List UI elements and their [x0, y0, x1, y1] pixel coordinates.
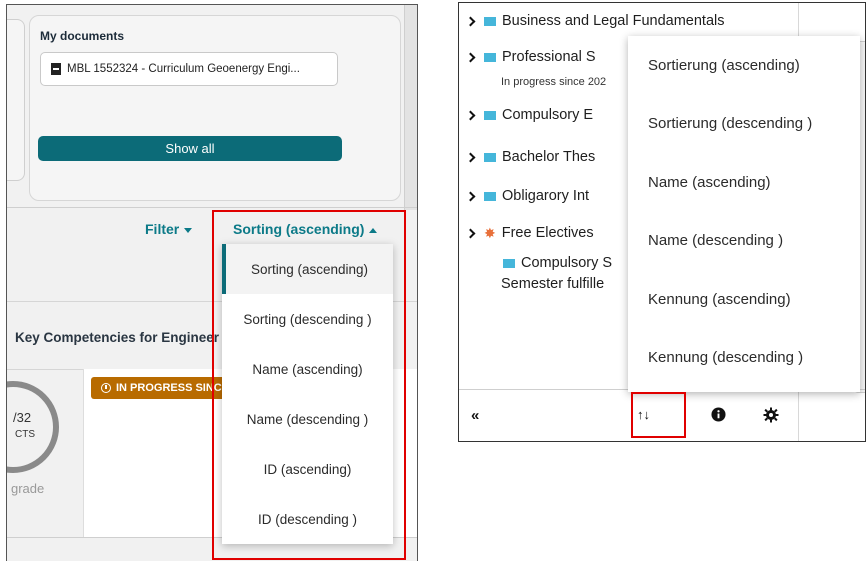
tree-item-label: Compulsory E — [502, 107, 594, 123]
scrollbar[interactable] — [404, 5, 417, 210]
highlight-box — [212, 210, 406, 560]
section-title: Key Competencies for Engineer — [15, 330, 220, 345]
tree-item[interactable]: ✸ Free Electives — [465, 225, 594, 241]
chevron-right-icon — [465, 152, 476, 162]
clock-icon — [101, 383, 111, 393]
tree-item-label: Professional S — [502, 49, 596, 65]
highlight-box — [631, 392, 686, 438]
flag-icon — [484, 191, 496, 201]
gear-icon[interactable] — [763, 407, 779, 427]
tree-item[interactable]: Professional S — [465, 49, 596, 65]
star-icon: ✸ — [484, 225, 496, 241]
filter-label: Filter — [145, 221, 180, 237]
status-badge-label: IN PROGRESS SINC — [116, 382, 222, 394]
info-icon[interactable] — [711, 407, 726, 426]
sort-dropdown-right: Sortierung (ascending) Sortierung (desce… — [628, 36, 860, 392]
tree-item-label: Obligarory Int — [502, 188, 590, 204]
divider — [7, 207, 417, 208]
chevron-right-icon — [465, 52, 476, 62]
sort-option[interactable]: Kennung (ascending) — [628, 270, 860, 329]
caret-down-icon — [184, 227, 193, 233]
tree-item-label: Bachelor Thes — [502, 149, 596, 165]
document-item[interactable]: MBL 1552324 - Curriculum Geoenergy Engi.… — [40, 52, 338, 86]
flag-icon — [484, 110, 496, 120]
tree-item[interactable]: Bachelor Thes — [465, 149, 595, 165]
status-badge: IN PROGRESS SINC — [91, 377, 232, 399]
ring-value: /32 — [13, 410, 32, 425]
my-documents-card: My documents MBL 1552324 - Curriculum Ge… — [29, 15, 401, 201]
tree-item-label: Business and Legal Fundamentals — [502, 13, 725, 29]
document-item-label: MBL 1552324 - Curriculum Geoenergy Engi.… — [67, 63, 300, 75]
chevron-right-icon — [465, 191, 476, 201]
sub-tree-item[interactable]: Compulsory S — [503, 255, 612, 271]
my-documents-title: My documents — [40, 29, 125, 43]
sort-option[interactable]: Kennung (descending ) — [628, 329, 860, 388]
progress-note: In progress since 202 — [501, 76, 607, 88]
flag-icon — [484, 16, 496, 26]
ring-unit: CTS — [15, 429, 35, 440]
grade-label: grade — [11, 481, 45, 496]
sort-option[interactable]: Name (ascending) — [628, 153, 860, 212]
tree-item-label: Free Electives — [501, 225, 594, 241]
screenshot-stage: My documents MBL 1552324 - Curriculum Ge… — [0, 0, 866, 561]
show-all-button[interactable]: Show all — [38, 136, 342, 161]
tree-item[interactable]: Compulsory E — [465, 107, 593, 123]
collapse-icon[interactable]: « — [471, 407, 479, 424]
flag-icon — [484, 152, 496, 162]
flag-icon — [503, 258, 515, 268]
chevron-right-icon — [465, 16, 476, 26]
partial-card — [7, 19, 25, 181]
flag-icon — [484, 52, 496, 62]
filter-button[interactable]: Filter — [145, 221, 193, 237]
sort-option[interactable]: Name (descending ) — [628, 212, 860, 271]
chevron-right-icon — [465, 110, 476, 120]
pdf-icon — [51, 63, 61, 75]
sort-option[interactable]: Sortierung (descending ) — [628, 95, 860, 154]
semester-note: Semester fulfille — [501, 276, 605, 292]
tree-item[interactable]: Obligarory Int — [465, 188, 589, 204]
sub-tree-item-label: Compulsory S — [521, 255, 613, 271]
sort-option[interactable]: Sortierung (ascending) — [628, 36, 860, 95]
chevron-right-icon — [465, 228, 476, 238]
progress-ring — [7, 381, 59, 473]
tree-item[interactable]: Business and Legal Fundamentals — [465, 13, 724, 29]
